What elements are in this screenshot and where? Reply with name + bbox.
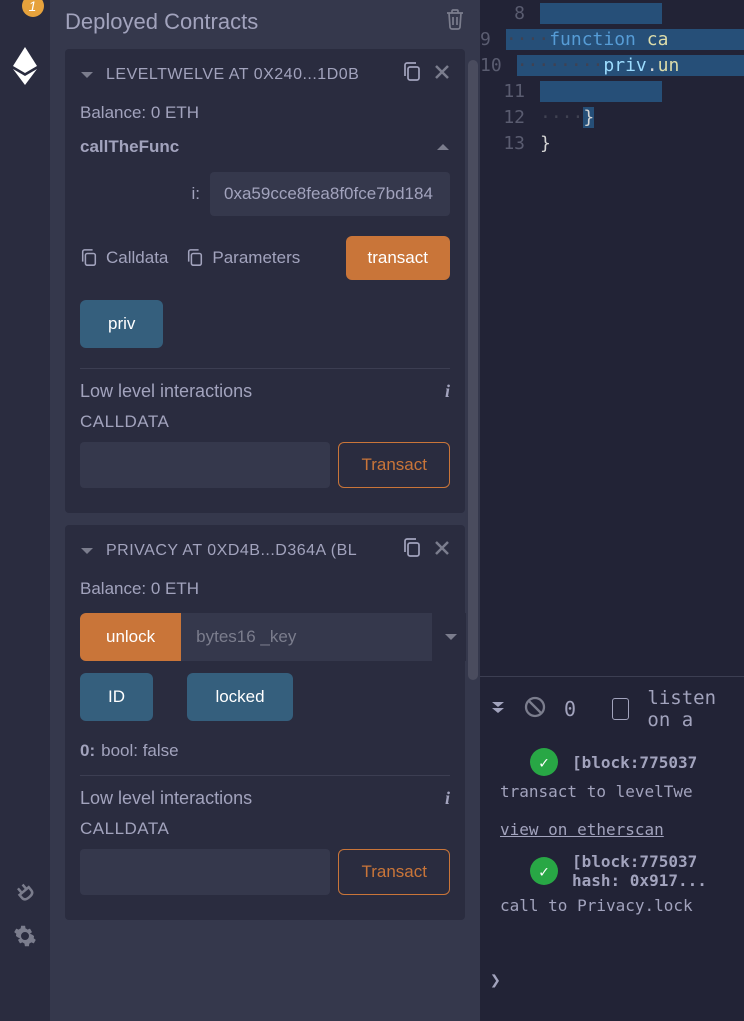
terminal-prompt-chevron-icon[interactable]: ❯ [490,970,501,991]
code-editor[interactable]: 8 9 ····function ca 10 ········priv.un 1… [480,0,744,156]
param-i-input[interactable] [210,172,450,216]
info-icon[interactable]: i [445,788,450,809]
id-button[interactable]: ID [80,673,153,721]
contract-name: LEVELTWELVE AT 0X240...1D0B [106,66,390,84]
chevron-down-icon[interactable] [80,67,94,83]
calldata-label: CALLDATA [65,819,465,849]
terminal-text: call to Privacy.lock [500,896,693,915]
notification-badge[interactable]: 1 [22,0,44,17]
plug-icon[interactable] [13,877,37,906]
line-number: 10 [480,55,517,76]
transact-outline-button[interactable]: Transact [338,849,450,895]
transact-outline-button[interactable]: Transact [338,442,450,488]
copy-icon[interactable] [402,537,422,564]
listen-checkbox[interactable] [612,698,629,720]
transact-button[interactable]: transact [346,236,450,280]
close-icon[interactable] [434,540,450,561]
info-icon[interactable]: i [445,381,450,402]
gear-icon[interactable] [13,924,37,953]
terminal-text: [block:775037 [572,753,697,772]
calldata-input[interactable] [80,849,330,895]
ethereum-icon[interactable] [12,47,38,90]
etherscan-link[interactable]: view on etherscan [500,820,664,839]
editor-pane: 8 9 ····function ca 10 ········priv.un 1… [480,0,744,1021]
unlock-button[interactable]: unlock [80,613,181,661]
expand-chevron-icon[interactable] [432,613,470,661]
icon-sidebar: 1 [0,0,50,1021]
low-level-title: Low level interactions [80,788,252,809]
listen-label: listen on a [647,687,744,731]
contract-card-privacy: PRIVACY AT 0XD4B...D364A (BL Balance: 0 … [65,525,465,920]
contract-card-leveltwelve: LEVELTWELVE AT 0X240...1D0B Balance: 0 E… [65,49,465,513]
deployed-contracts-title: Deployed Contracts [65,9,258,35]
priv-button[interactable]: priv [80,300,163,348]
check-circle-icon: ✓ [530,857,558,885]
low-level-title: Low level interactions [80,381,252,402]
contract-name: PRIVACY AT 0XD4B...D364A (BL [106,542,390,560]
close-icon[interactable] [434,64,450,85]
parameters-link[interactable]: Parameters [186,248,300,268]
result-row: 0:bool: false [65,741,465,775]
line-number: 9 [480,29,506,50]
chevron-down-icon[interactable] [80,543,94,559]
divider [80,368,450,369]
calldata-input[interactable] [80,442,330,488]
terminal-text: transact to levelTwe [500,782,693,801]
line-number: 12 [480,107,540,128]
disable-icon[interactable] [524,696,546,723]
calldata-label: CALLDATA [65,412,465,442]
copy-icon[interactable] [402,61,422,88]
chevron-up-icon[interactable] [436,137,450,157]
trash-icon[interactable] [445,8,465,35]
scrollbar-thumb[interactable] [468,60,478,680]
line-number: 8 [480,3,540,24]
line-number: 13 [480,133,540,154]
locked-button[interactable]: locked [187,673,292,721]
balance-text: Balance: 0 ETH [65,579,465,613]
terminal-pane: 0 listen on a ✓ [block:775037 transact t… [480,676,744,996]
divider [80,775,450,776]
check-circle-icon: ✓ [530,748,558,776]
deploy-panel: Deployed Contracts LEVELTWELVE AT 0X240.… [50,0,480,1021]
scrollbar[interactable] [466,0,480,1000]
line-number: 11 [480,81,540,102]
balance-text: Balance: 0 ETH [65,103,465,137]
terminal-text: [block:775037 [572,852,707,871]
collapse-chevron-icon[interactable] [490,698,506,720]
calldata-link[interactable]: Calldata [80,248,168,268]
unlock-key-input[interactable] [181,613,432,661]
function-name: callTheFunc [80,137,179,157]
terminal-text: hash: 0x917... [572,871,707,890]
input-label-i: i: [192,184,201,204]
pending-count: 0 [564,697,576,721]
